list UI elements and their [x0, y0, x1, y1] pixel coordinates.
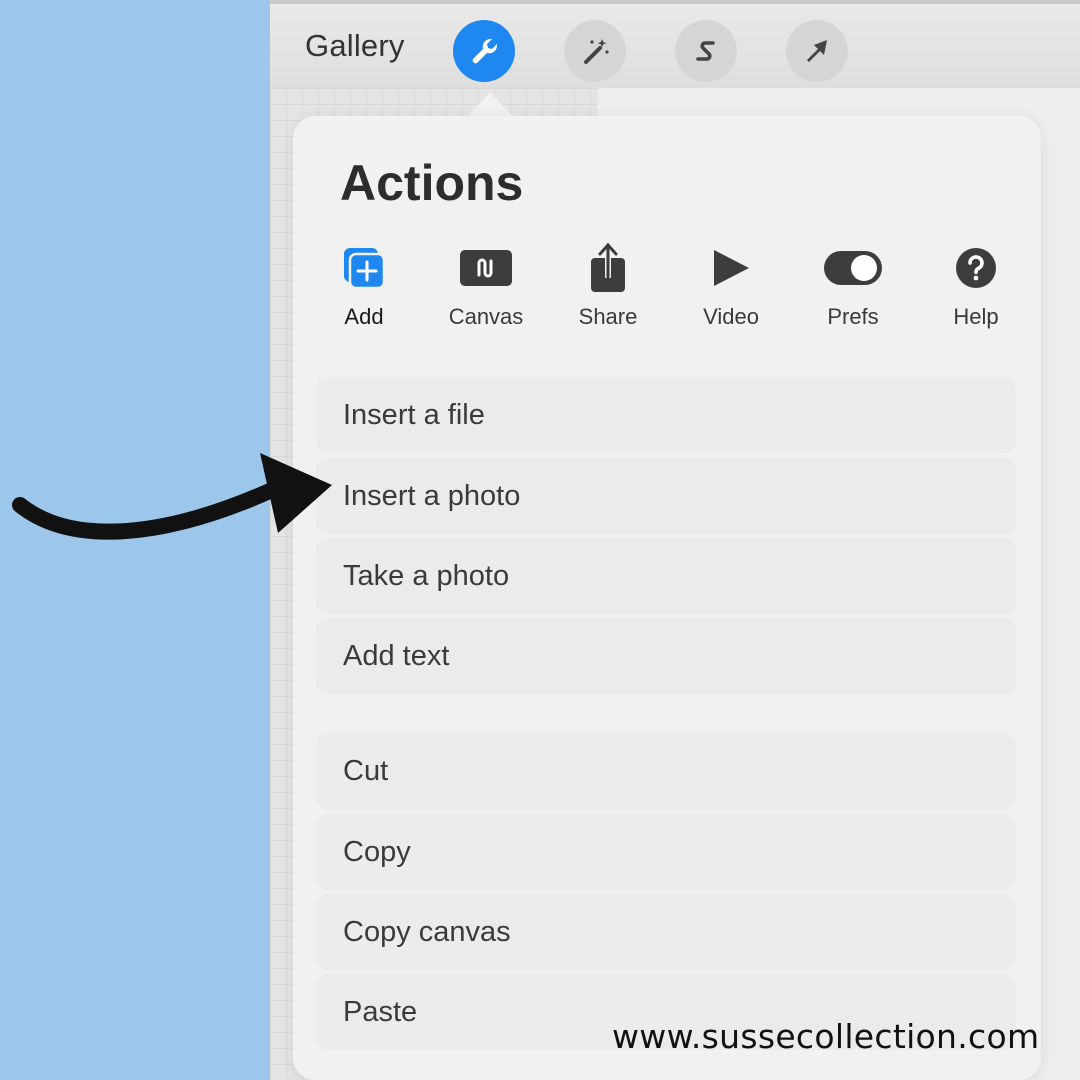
actions-panel: Actions Add Canvas Share Video Prefs Hel… — [293, 116, 1041, 1080]
share-icon — [588, 242, 628, 292]
tab-video[interactable]: Video — [676, 244, 786, 334]
menu-item-add-text[interactable]: Add text — [316, 618, 1016, 694]
menu-item-cut[interactable]: Cut — [316, 733, 1016, 809]
menu-item-insert-file[interactable]: Insert a file — [316, 377, 1016, 453]
add-layers-icon — [342, 244, 386, 292]
tab-add[interactable]: Add — [309, 244, 419, 334]
tab-canvas[interactable]: Canvas — [431, 244, 541, 334]
tab-label: Add — [344, 304, 384, 329]
tab-label: Prefs — [827, 304, 879, 329]
menu-item-insert-photo[interactable]: Insert a photo — [316, 458, 1016, 534]
menu-item-copy-canvas[interactable]: Copy canvas — [316, 894, 1016, 970]
question-icon — [955, 244, 997, 292]
menu-item-take-photo[interactable]: Take a photo — [316, 538, 1016, 614]
wrench-icon — [472, 38, 498, 64]
wrench-tool-button[interactable] — [453, 20, 515, 82]
tab-label: Video — [703, 304, 759, 329]
tab-prefs[interactable]: Prefs — [798, 244, 908, 334]
watermark-url: www.sussecollection.com — [612, 1017, 1040, 1056]
pointer-arrow-icon — [12, 453, 332, 540]
magic-wand-icon — [584, 39, 609, 64]
top-toolbar: Gallery — [270, 0, 1080, 88]
tab-label: Help — [953, 304, 999, 329]
adjustments-tool-button[interactable] — [564, 20, 626, 82]
popover-caret — [466, 92, 514, 118]
toggle-icon — [823, 244, 883, 292]
panel-title: Actions — [340, 155, 524, 211]
procreate-app: Gallery Actions Add Canvas Share Video P… — [270, 0, 1080, 1080]
transform-tool-button[interactable] — [786, 20, 848, 82]
tab-label: Canvas — [448, 304, 524, 329]
gallery-button[interactable]: Gallery — [305, 28, 405, 64]
s-curve-icon — [696, 41, 715, 61]
play-icon — [711, 244, 751, 292]
tab-share[interactable]: Share — [553, 242, 663, 334]
menu-item-copy[interactable]: Copy — [316, 814, 1016, 890]
tab-help[interactable]: Help — [921, 244, 1031, 334]
tab-label: Share — [578, 304, 638, 329]
selection-tool-button[interactable] — [675, 20, 737, 82]
arrow-cursor-icon — [807, 40, 827, 62]
canvas-icon — [459, 244, 513, 292]
